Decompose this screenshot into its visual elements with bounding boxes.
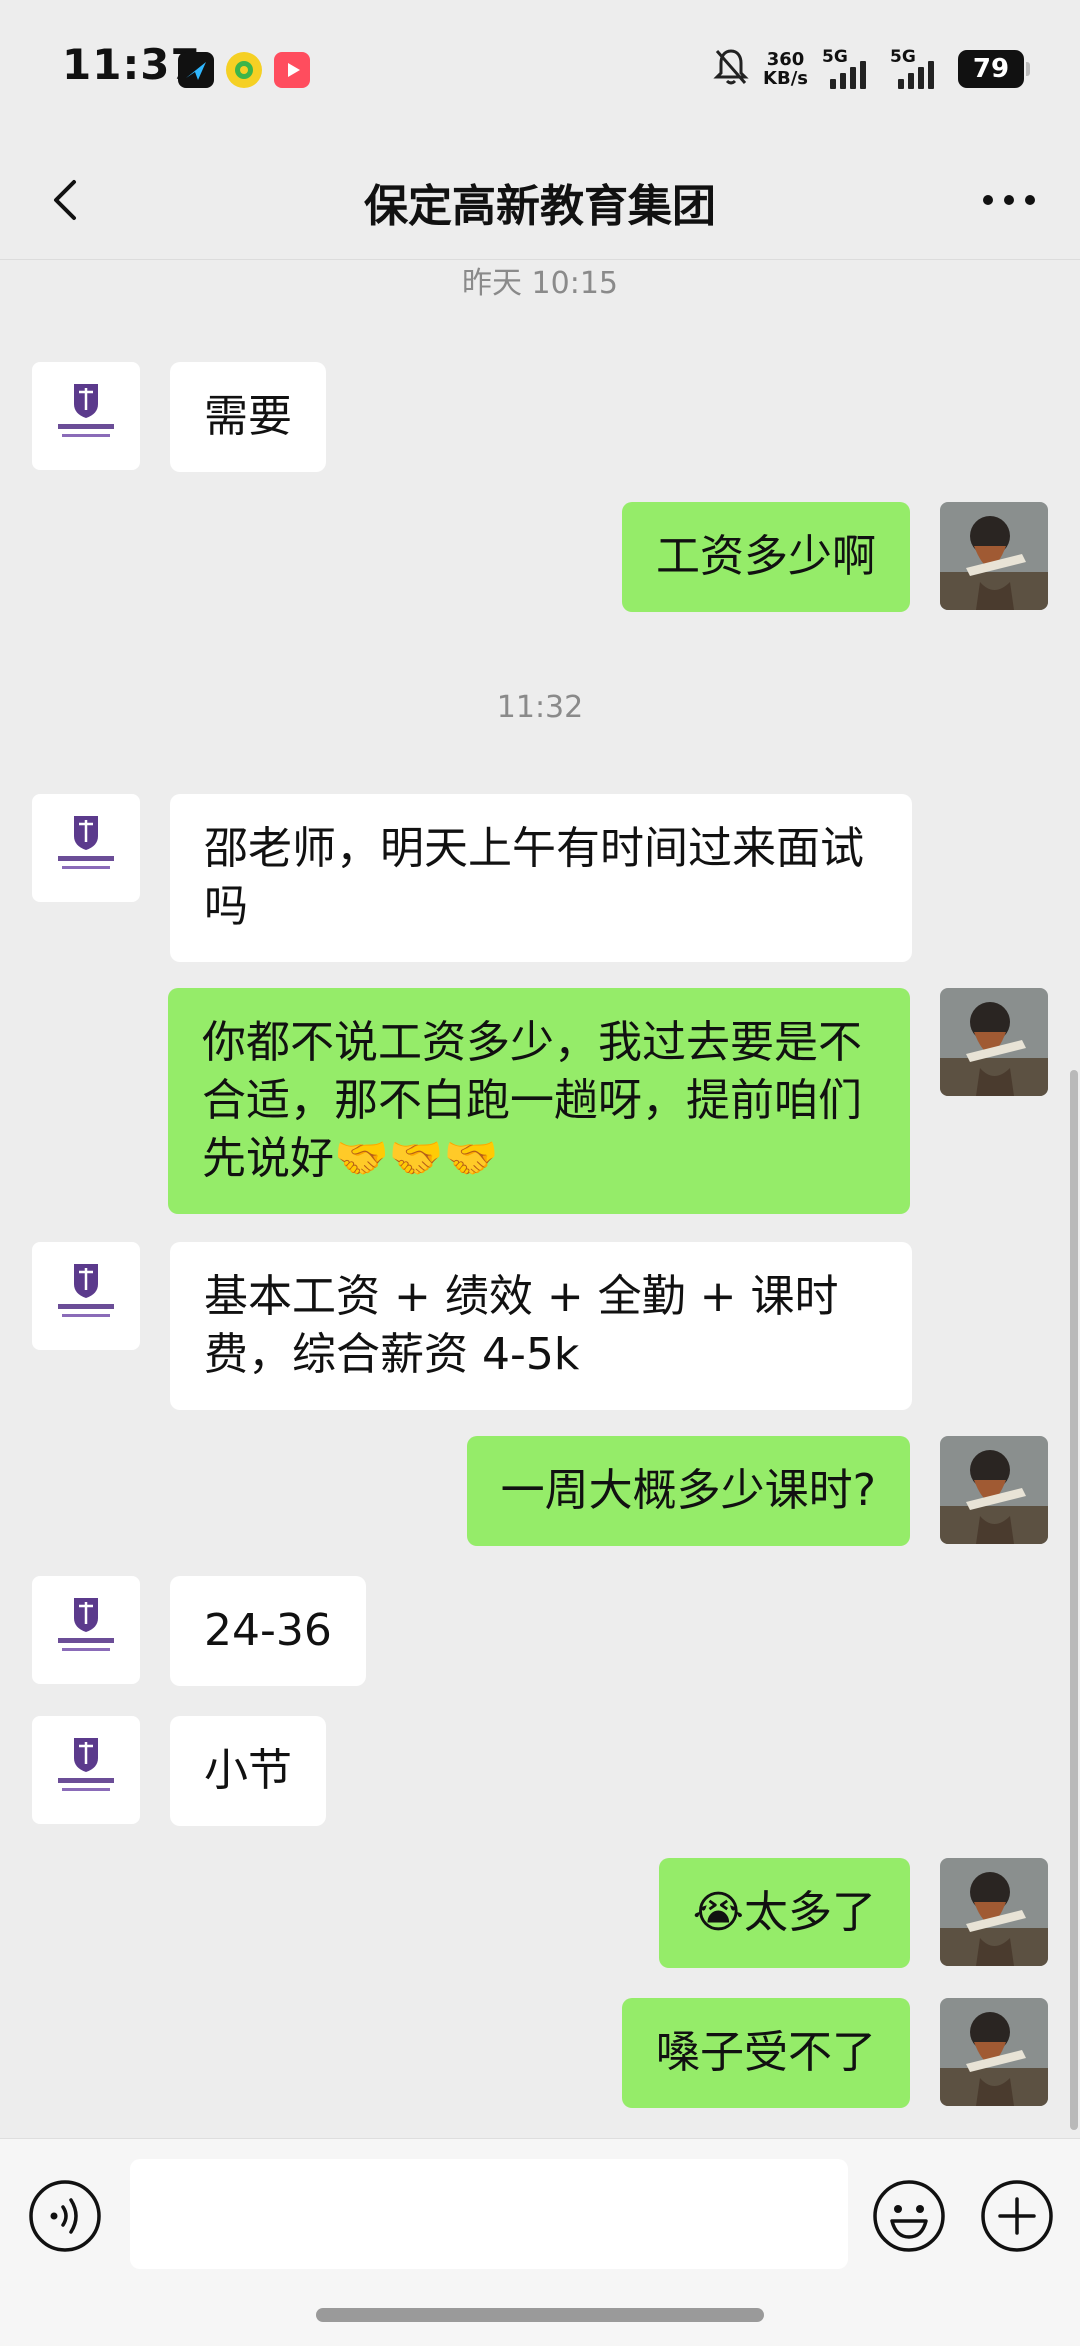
contact-avatar[interactable]	[32, 1242, 140, 1350]
plus-icon	[981, 2180, 1053, 2252]
incoming-message[interactable]: 需要	[170, 362, 326, 472]
contact-avatar[interactable]	[32, 794, 140, 902]
bell-off-icon	[713, 47, 749, 91]
school-logo-icon	[58, 1598, 114, 1651]
network-speed-unit: KB/s	[763, 68, 808, 89]
status-bar: 11:37 360 KB/s 5G 5G 79	[0, 0, 1080, 140]
network-speed: 360 KB/s	[763, 50, 808, 88]
user-photo-icon	[940, 1998, 1048, 2106]
emoji-icon	[873, 2180, 945, 2252]
incoming-message[interactable]: 基本工资 + 绩效 + 全勤 + 课时费，综合薪资 4-5k	[170, 1242, 912, 1410]
network-speed-value: 360	[766, 49, 805, 70]
message-input[interactable]	[130, 2159, 848, 2269]
incoming-message[interactable]: 邵老师，明天上午有时间过来面试吗	[170, 794, 912, 962]
outgoing-message[interactable]: 你都不说工资多少，我过去要是不合适，那不白跑一趟呀，提前咱们先说好🤝🤝🤝	[168, 988, 910, 1214]
school-logo-icon	[58, 1738, 114, 1791]
signal-sim1-icon: 5G	[822, 47, 876, 91]
user-avatar[interactable]	[940, 988, 1048, 1096]
chat-title: 保定高新教育集团	[364, 181, 716, 232]
more-button[interactable]	[974, 170, 1044, 230]
outgoing-message[interactable]: 一周大概多少课时?	[466, 1436, 910, 1546]
emoji-button[interactable]	[870, 2177, 948, 2255]
user-avatar[interactable]	[940, 1436, 1048, 1544]
school-logo-icon	[58, 816, 114, 869]
message-timestamp: 11:32	[496, 690, 584, 725]
outgoing-message[interactable]: 😭太多了	[658, 1858, 910, 1968]
incoming-message[interactable]: 24-36	[170, 1576, 366, 1686]
signal-sim2-icon: 5G	[890, 47, 944, 91]
chat-header: 保定高新教育集团	[0, 140, 1080, 260]
battery-level: 79	[972, 54, 1010, 84]
status-icons: 360 KB/s 5G 5G 79	[713, 46, 1030, 92]
more-functions-button[interactable]	[978, 2177, 1056, 2255]
voice-icon	[29, 2180, 101, 2252]
school-logo-icon	[58, 384, 114, 437]
user-photo-icon	[940, 988, 1048, 1096]
home-indicator[interactable]	[316, 2308, 764, 2322]
notification-app-icon-2	[226, 52, 262, 88]
user-photo-icon	[940, 1436, 1048, 1544]
outgoing-message[interactable]: 嗓子受不了	[622, 1998, 910, 2108]
user-avatar[interactable]	[940, 1858, 1048, 1966]
notification-app-icon-3	[274, 52, 310, 88]
user-photo-icon	[940, 1858, 1048, 1966]
more-dots-icon	[983, 195, 1035, 205]
scrollbar[interactable]	[1070, 1070, 1078, 2130]
user-avatar[interactable]	[940, 502, 1048, 610]
notification-app-icon-1	[178, 52, 214, 88]
incoming-message[interactable]: 小节	[170, 1716, 326, 1826]
voice-button[interactable]	[26, 2177, 104, 2255]
user-avatar[interactable]	[940, 1998, 1048, 2106]
battery-icon: 79	[958, 50, 1030, 88]
school-logo-icon	[58, 1264, 114, 1317]
contact-avatar[interactable]	[32, 1716, 140, 1824]
contact-avatar[interactable]	[32, 362, 140, 470]
outgoing-message[interactable]: 工资多少啊	[622, 502, 910, 612]
user-photo-icon	[940, 502, 1048, 610]
contact-avatar[interactable]	[32, 1576, 140, 1684]
message-timestamp: 昨天 10:15	[462, 266, 618, 301]
